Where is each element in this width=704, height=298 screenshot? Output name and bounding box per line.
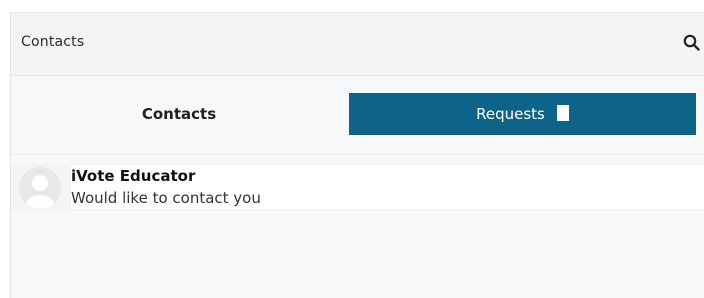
contact-name: iVote Educator — [71, 167, 196, 185]
tab-contacts-label: Contacts — [141, 105, 217, 123]
list-item-text: iVote Educator Would like to contact you — [71, 165, 704, 209]
contact-message: Would like to contact you — [71, 189, 261, 207]
request-list: iVote Educator Would like to contact you — [11, 163, 704, 211]
contacts-panel: Contacts Contacts Requests iVote Educato… — [10, 12, 704, 298]
list-item[interactable]: iVote Educator Would like to contact you — [11, 163, 704, 211]
search-icon[interactable] — [682, 33, 702, 53]
avatar — [19, 167, 61, 209]
tab-contacts[interactable]: Contacts — [11, 93, 347, 135]
tab-requests-label: Requests — [476, 105, 545, 123]
panel-title: Contacts — [21, 34, 85, 50]
tab-requests[interactable]: Requests — [349, 93, 696, 135]
tab-bar: Contacts Requests — [11, 76, 704, 155]
panel-header: Contacts — [11, 13, 704, 76]
requests-badge — [556, 105, 569, 121]
